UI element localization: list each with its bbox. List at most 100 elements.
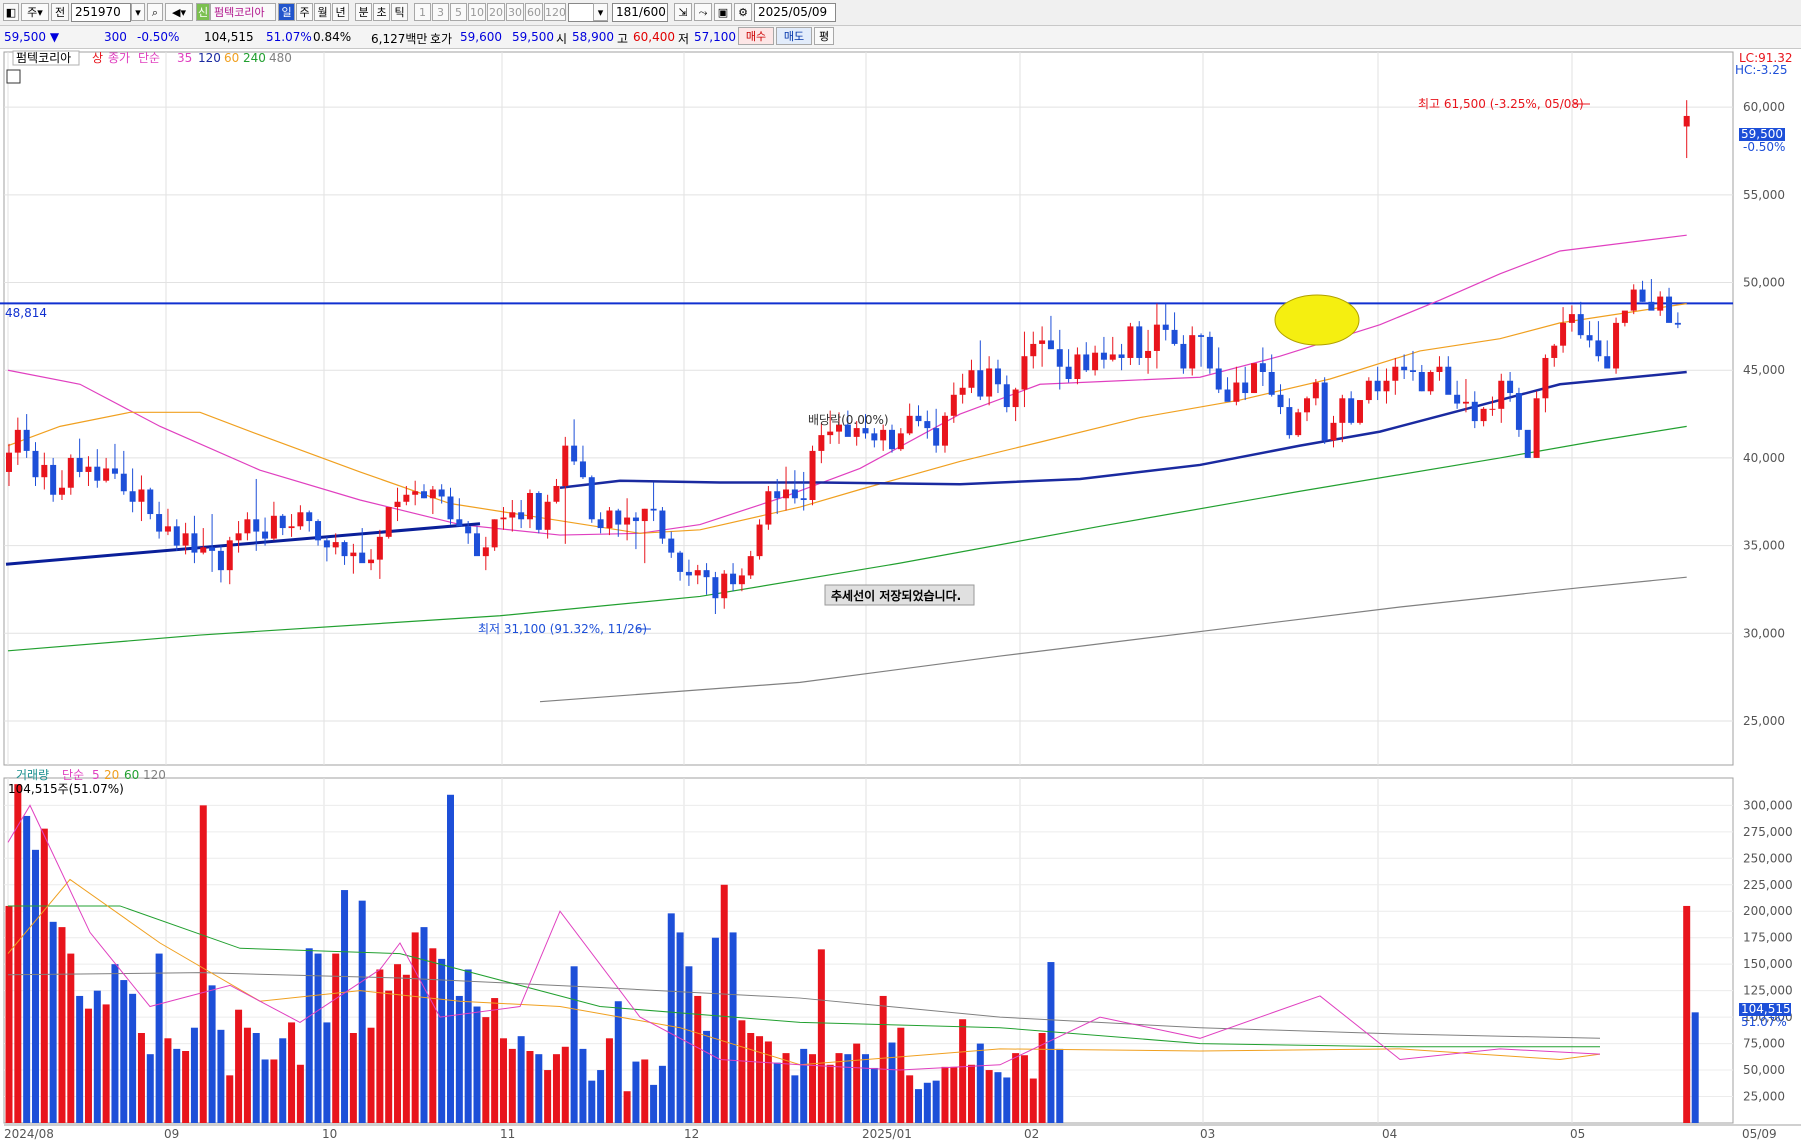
- candle-body: [1215, 368, 1222, 390]
- volume-tick-label: 200,000: [1743, 904, 1793, 918]
- zoom-icon[interactable]: ⇲: [674, 3, 692, 21]
- current-price: 59,500: [4, 30, 46, 44]
- period-tick[interactable]: 틱: [391, 3, 408, 21]
- candle-body: [235, 533, 242, 541]
- candle-body: [986, 368, 993, 397]
- candle-body: [1560, 322, 1567, 346]
- price-tick-label: 30,000: [1743, 626, 1785, 640]
- volume-tick-label: 250,000: [1743, 851, 1793, 865]
- candle-body: [315, 521, 322, 541]
- candle-body: [1145, 350, 1152, 358]
- compare-icon[interactable]: ⤳: [694, 3, 712, 21]
- candle-body: [244, 519, 251, 534]
- candle-body: [1683, 115, 1690, 127]
- volume-bar: [764, 1041, 772, 1123]
- hline-label: 48,814: [5, 306, 47, 320]
- volume-tick-label: 225,000: [1743, 878, 1793, 892]
- volume-bar: [243, 1027, 251, 1123]
- candle-body: [1153, 324, 1160, 351]
- candle-body: [1507, 380, 1514, 394]
- period-year[interactable]: 년: [332, 3, 349, 21]
- candle-body: [1383, 380, 1390, 392]
- volume-tick-label: 300,000: [1743, 798, 1793, 812]
- chart-menu-icon[interactable]: ◧: [3, 3, 19, 21]
- candle-body: [1074, 354, 1081, 380]
- prefix-button[interactable]: 전: [51, 3, 69, 21]
- volume-bar: [835, 1053, 843, 1123]
- interval-1[interactable]: 1: [414, 3, 431, 21]
- legend-ma120: 120: [198, 51, 221, 65]
- period-week[interactable]: 주: [296, 3, 313, 21]
- period-minute[interactable]: 분: [355, 3, 372, 21]
- interval-dropdown-icon[interactable]: ▾: [593, 3, 608, 21]
- interval-3[interactable]: 3: [432, 3, 449, 21]
- candle-body: [1339, 398, 1346, 423]
- code-dropdown-icon[interactable]: ▾: [131, 3, 145, 21]
- volume-bar: [473, 1006, 481, 1123]
- candle-body: [394, 501, 401, 508]
- interval-30[interactable]: 30: [506, 3, 524, 21]
- volume-bar: [994, 1072, 1002, 1123]
- candle-body: [1162, 324, 1169, 330]
- candle-body: [288, 526, 295, 529]
- candle-body: [1233, 382, 1240, 402]
- stock-code-input[interactable]: 251970: [71, 3, 131, 22]
- candle-body: [1242, 382, 1249, 394]
- market-select[interactable]: 주▾: [21, 3, 49, 21]
- volume-bar: [914, 1089, 922, 1123]
- legend-kind: 종가: [108, 51, 130, 65]
- volume-bar: [791, 1075, 799, 1123]
- sell-button[interactable]: 매도: [776, 27, 812, 45]
- legend-ma35: 35: [177, 51, 192, 65]
- volume-bar: [173, 1048, 181, 1123]
- buy-button[interactable]: 매수: [738, 27, 774, 45]
- volume-bar: [870, 1067, 878, 1123]
- candle-body: [1259, 363, 1266, 372]
- volume-bar: [332, 953, 340, 1123]
- eval-button[interactable]: 평: [814, 27, 834, 45]
- new-badge: 신: [196, 3, 210, 21]
- candle-body: [76, 457, 83, 472]
- candle-body: [791, 489, 798, 499]
- candle-body: [668, 538, 675, 553]
- interval-5[interactable]: 5: [450, 3, 467, 21]
- candle-body: [1454, 394, 1461, 404]
- sound-icon[interactable]: ◀▾: [165, 3, 193, 21]
- gear-icon[interactable]: ⚙: [734, 3, 752, 21]
- indicator-toggle-icon[interactable]: [6, 69, 21, 84]
- candle-body: [1348, 398, 1355, 423]
- candle-body: [553, 485, 560, 502]
- volume-bar: [508, 1048, 516, 1123]
- save-icon[interactable]: ▣: [714, 3, 732, 21]
- candle-body: [103, 468, 110, 481]
- period-day[interactable]: 일: [278, 3, 295, 21]
- candle-body: [659, 510, 666, 539]
- candle-body: [677, 552, 684, 572]
- candle-body: [58, 487, 65, 495]
- period-month[interactable]: 월: [314, 3, 331, 21]
- candle-body: [1498, 380, 1505, 409]
- period-second[interactable]: 초: [373, 3, 390, 21]
- interval-20[interactable]: 20: [487, 3, 505, 21]
- interval-120[interactable]: 120: [544, 3, 566, 21]
- candle-body: [712, 577, 719, 599]
- candle-body: [120, 473, 127, 492]
- candle-body: [1533, 398, 1540, 458]
- candle-body: [1109, 354, 1116, 360]
- volume-bar: [23, 815, 31, 1123]
- volume-bar: [773, 1062, 781, 1123]
- candle-body: [800, 498, 807, 501]
- stock-chart[interactable]: 60,000 55,000 50,000 45,000 40,000 35,000 30,0…: [0, 49, 1801, 1144]
- interval-60[interactable]: 60: [525, 3, 543, 21]
- candle-body: [1003, 384, 1010, 408]
- interval-10[interactable]: 10: [468, 3, 486, 21]
- candle-body: [880, 429, 887, 441]
- search-icon[interactable]: ⌕: [147, 3, 163, 21]
- candle-body: [1251, 363, 1258, 394]
- volume-bar: [906, 1075, 914, 1123]
- candle-body: [1621, 310, 1628, 323]
- volume-bar: [464, 969, 472, 1123]
- x-tick-label: 2024/08: [4, 1127, 54, 1141]
- count-field[interactable]: 181/600: [612, 3, 668, 22]
- date-field[interactable]: 2025/05/09: [754, 3, 836, 22]
